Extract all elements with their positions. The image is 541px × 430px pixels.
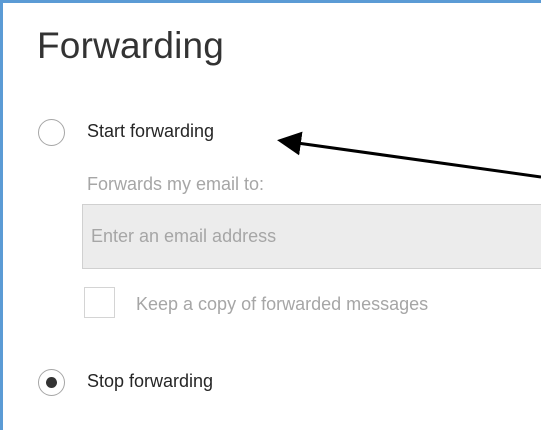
start-forwarding-label[interactable]: Start forwarding xyxy=(87,121,214,142)
start-forwarding-radio[interactable] xyxy=(38,119,65,146)
keep-copy-label: Keep a copy of forwarded messages xyxy=(136,294,429,314)
stop-forwarding-label[interactable]: Stop forwarding xyxy=(87,371,213,392)
keep-copy-checkbox[interactable] xyxy=(84,287,115,318)
stop-forwarding-radio[interactable] xyxy=(38,369,65,396)
forwards-to-label: Forwards my email to: xyxy=(87,174,265,194)
forwarding-panel: Forwarding Start forwarding Forwards my … xyxy=(3,3,541,414)
forward-email-input[interactable] xyxy=(82,204,541,269)
page-title: Forwarding xyxy=(37,25,225,66)
